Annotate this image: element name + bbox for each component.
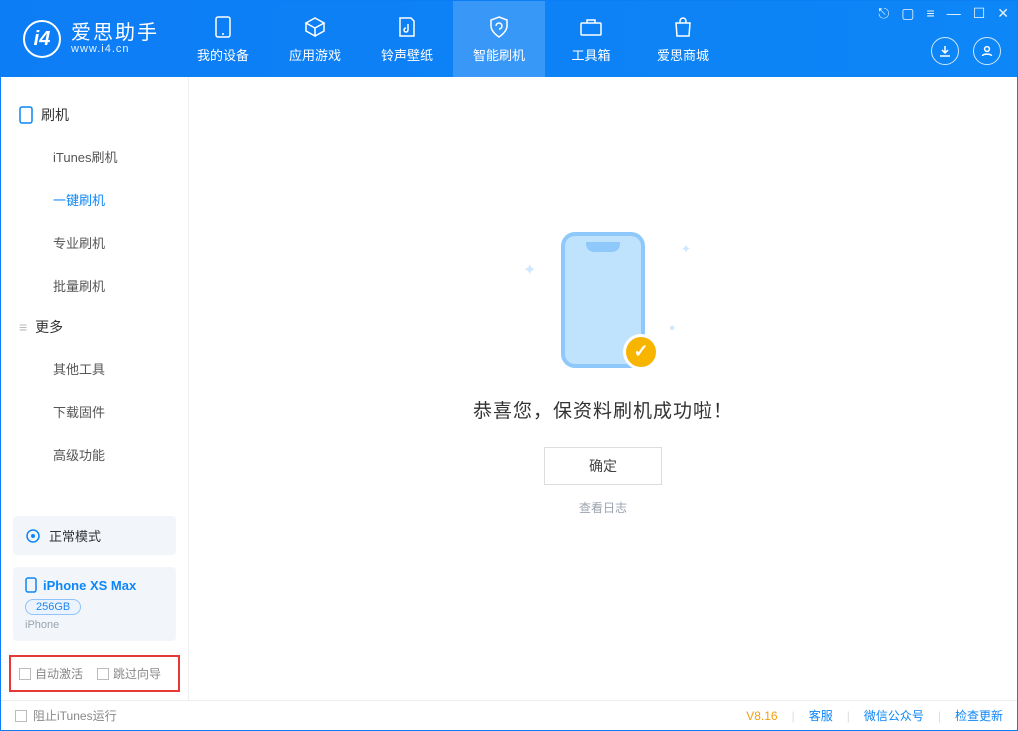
- device-panel[interactable]: iPhone XS Max 256GB iPhone: [13, 567, 176, 641]
- phone-icon: [210, 15, 236, 39]
- menu-icon[interactable]: ≡: [927, 5, 935, 22]
- sparkle-icon: ✦: [681, 242, 691, 256]
- device-mode-status[interactable]: 正常模式: [13, 516, 176, 555]
- app-name: 爱思助手: [71, 23, 159, 43]
- sidebar-item-pro-flash[interactable]: 专业刷机: [1, 221, 188, 264]
- shield-refresh-icon: [486, 15, 512, 39]
- sidebar-item-oneclick-flash[interactable]: 一键刷机: [1, 178, 188, 221]
- music-file-icon: [394, 15, 420, 39]
- tab-my-device[interactable]: 我的设备: [177, 1, 269, 77]
- view-log-link[interactable]: 查看日志: [579, 499, 627, 516]
- highlighted-options: 自动激活 跳过向导: [9, 655, 180, 692]
- sidebar-item-download-firmware[interactable]: 下载固件: [1, 390, 188, 433]
- support-link[interactable]: 客服: [809, 707, 833, 724]
- bag-icon: [670, 15, 696, 39]
- phone-small-icon: [19, 106, 33, 124]
- mode-icon: [25, 528, 41, 544]
- user-icon[interactable]: [973, 37, 1001, 65]
- list-icon: ≡: [19, 319, 27, 335]
- app-logo: i4 爱思助手 www.i4.cn: [1, 20, 177, 58]
- tab-apps-games[interactable]: 应用游戏: [269, 1, 361, 77]
- success-illustration: ✦ ✦ • ✓: [561, 232, 645, 368]
- status-bar: 阻止iTunes运行 V8.16 | 客服 | 微信公众号 | 检查更新: [1, 700, 1017, 730]
- sidebar-group-flash: 刷机: [1, 95, 188, 135]
- note-icon[interactable]: ▢: [901, 5, 914, 22]
- checkbox-auto-activate[interactable]: 自动激活: [19, 665, 83, 682]
- app-domain: www.i4.cn: [71, 43, 159, 55]
- maximize-button[interactable]: ☐: [973, 5, 986, 22]
- device-icon: [25, 577, 37, 593]
- cube-icon: [302, 15, 328, 39]
- main-tabs: 我的设备 应用游戏 铃声壁纸 智能刷机 工具箱 爱思商城: [177, 1, 729, 77]
- close-button[interactable]: ✕: [997, 5, 1009, 22]
- sidebar: 刷机 iTunes刷机 一键刷机 专业刷机 批量刷机 ≡ 更多 其他工具 下载固…: [1, 77, 189, 700]
- logo-icon: i4: [23, 20, 61, 58]
- sidebar-item-advanced[interactable]: 高级功能: [1, 433, 188, 476]
- tab-ringtones-wallpapers[interactable]: 铃声壁纸: [361, 1, 453, 77]
- window-controls: ⎋ ▢ ≡ — ☐ ✕: [878, 5, 1009, 22]
- main-content: ✦ ✦ • ✓ 恭喜您，保资料刷机成功啦！ 确定 查看日志: [189, 77, 1017, 700]
- sidebar-item-itunes-flash[interactable]: iTunes刷机: [1, 135, 188, 178]
- ok-button[interactable]: 确定: [544, 447, 662, 485]
- check-update-link[interactable]: 检查更新: [955, 707, 1003, 724]
- sidebar-item-other-tools[interactable]: 其他工具: [1, 347, 188, 390]
- shirt-icon[interactable]: ⎋: [878, 5, 889, 22]
- briefcase-icon: [578, 15, 604, 39]
- header-right-icons: [931, 37, 1001, 65]
- tab-store[interactable]: 爱思商城: [637, 1, 729, 77]
- checkbox-skip-guide[interactable]: 跳过向导: [97, 665, 161, 682]
- download-icon[interactable]: [931, 37, 959, 65]
- title-bar: i4 爱思助手 www.i4.cn 我的设备 应用游戏 铃声壁纸 智能刷机 工具…: [1, 1, 1017, 77]
- sparkle-icon: •: [669, 320, 675, 338]
- check-icon: ✓: [623, 334, 659, 370]
- sidebar-item-batch-flash[interactable]: 批量刷机: [1, 264, 188, 307]
- sidebar-group-more: ≡ 更多: [1, 307, 188, 347]
- sparkle-icon: ✦: [523, 260, 536, 280]
- version-label: V8.16: [746, 709, 777, 723]
- checkbox-block-itunes[interactable]: 阻止iTunes运行: [15, 707, 117, 724]
- minimize-button[interactable]: —: [947, 5, 961, 22]
- tab-toolbox[interactable]: 工具箱: [545, 1, 637, 77]
- wechat-link[interactable]: 微信公众号: [864, 707, 924, 724]
- device-storage: 256GB: [25, 599, 81, 615]
- success-message: 恭喜您，保资料刷机成功啦！: [473, 396, 733, 423]
- device-name: iPhone XS Max: [43, 578, 136, 593]
- tab-smart-flash[interactable]: 智能刷机: [453, 1, 545, 77]
- device-type: iPhone: [25, 619, 164, 631]
